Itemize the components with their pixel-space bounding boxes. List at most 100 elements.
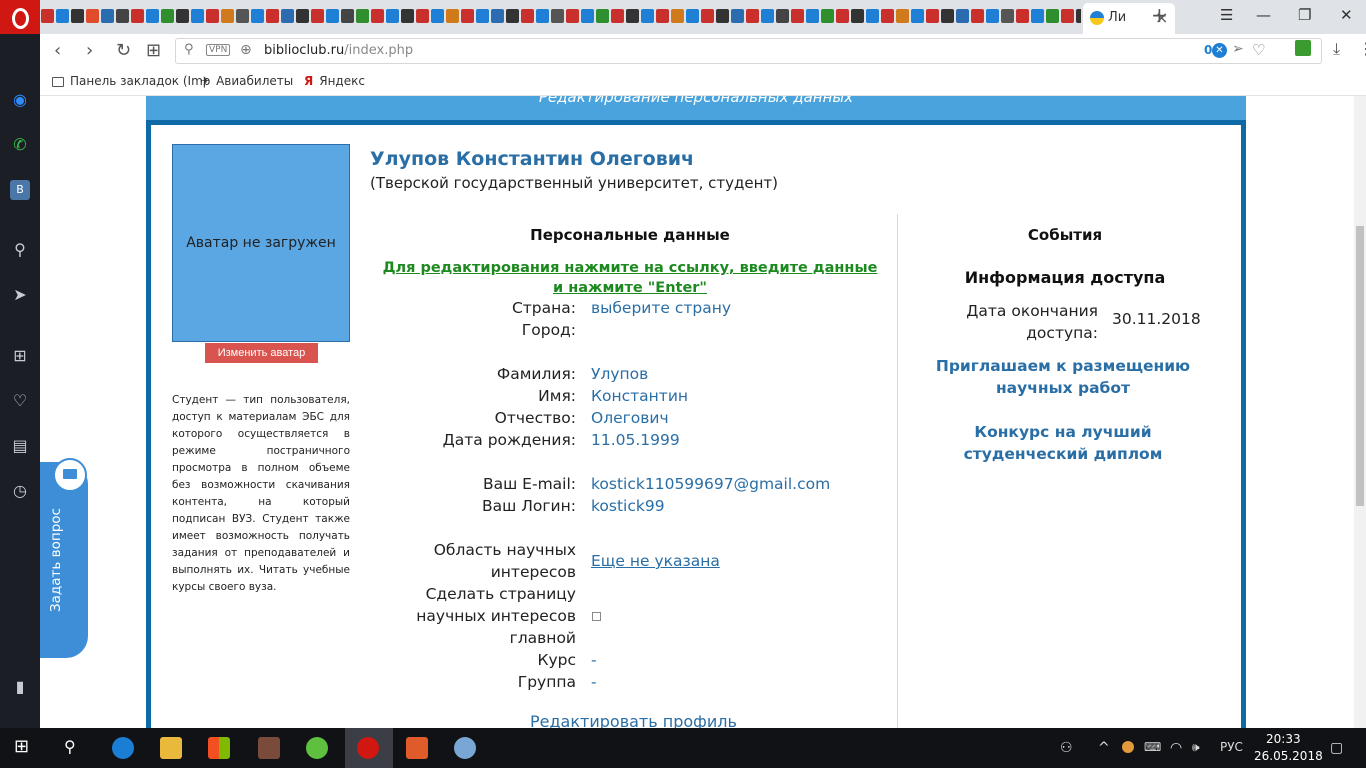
pinned-tab-favicon-icon[interactable] bbox=[581, 9, 594, 23]
pinned-tab-favicon-icon[interactable] bbox=[476, 9, 489, 23]
pinned-tab-favicon-icon[interactable] bbox=[686, 9, 699, 23]
url-field[interactable]: ⚲ VPN ⊕ biblioclub.ru/index.php 0 ✕ ➢ ♡ bbox=[175, 38, 1322, 64]
pinned-tab-favicon-icon[interactable] bbox=[206, 9, 219, 23]
vk-icon[interactable]: В bbox=[10, 180, 30, 200]
pinned-tab-favicon-icon[interactable] bbox=[401, 9, 414, 23]
bookmark-folder[interactable]: Панель закладок (Imp bbox=[52, 74, 210, 88]
sidebar-toggle-icon[interactable]: ▮ bbox=[10, 677, 30, 697]
pinned-tab-favicon-icon[interactable] bbox=[446, 9, 459, 23]
pinned-tab-favicon-icon[interactable] bbox=[776, 9, 789, 23]
pinned-tab-favicon-icon[interactable] bbox=[311, 9, 324, 23]
pinned-tab-favicon-icon[interactable] bbox=[461, 9, 474, 23]
close-window-button[interactable]: ✕ bbox=[1340, 6, 1353, 24]
country-value[interactable]: выберите страну bbox=[591, 297, 731, 319]
notifications-icon[interactable]: ▢ bbox=[1330, 740, 1343, 756]
patronymic-value[interactable]: Олегович bbox=[591, 407, 669, 429]
pinned-tab-favicon-icon[interactable] bbox=[1031, 9, 1044, 23]
pinned-tab-favicon-icon[interactable] bbox=[131, 9, 144, 23]
pinned-tab-favicon-icon[interactable] bbox=[386, 9, 399, 23]
group-value[interactable]: - bbox=[591, 671, 597, 693]
pinned-tab-favicon-icon[interactable] bbox=[116, 9, 129, 23]
paint-icon[interactable] bbox=[454, 737, 476, 759]
pinned-tab-favicon-icon[interactable] bbox=[626, 9, 639, 23]
pinned-tab-favicon-icon[interactable] bbox=[746, 9, 759, 23]
reload-button[interactable]: ↻ bbox=[116, 40, 131, 61]
surname-value[interactable]: Улупов bbox=[591, 363, 648, 385]
contest-link[interactable]: Конкурс на лучший студенческий диплом bbox=[910, 421, 1216, 465]
pinned-tab-favicon-icon[interactable] bbox=[416, 9, 429, 23]
forward-button[interactable]: › bbox=[86, 40, 93, 61]
pinned-tab-favicon-icon[interactable] bbox=[731, 9, 744, 23]
birthdate-value[interactable]: 11.05.1999 bbox=[591, 429, 680, 451]
pinned-tab-favicon-icon[interactable] bbox=[926, 9, 939, 23]
search-icon[interactable]: ⚲ bbox=[10, 240, 30, 260]
pinned-tab-favicon-icon[interactable] bbox=[221, 9, 234, 23]
tray-app-icon[interactable] bbox=[1122, 741, 1134, 753]
opera-taskbar-icon[interactable] bbox=[357, 737, 379, 759]
pinned-tab-favicon-icon[interactable] bbox=[596, 9, 609, 23]
pinned-tab-favicon-icon[interactable] bbox=[506, 9, 519, 23]
pinned-tab-favicon-icon[interactable] bbox=[146, 9, 159, 23]
pinned-tab-favicon-icon[interactable] bbox=[101, 9, 114, 23]
pinned-tab-favicon-icon[interactable] bbox=[176, 9, 189, 23]
taskbar-search-icon[interactable]: ⚲ bbox=[64, 737, 76, 756]
explorer-icon[interactable] bbox=[160, 737, 182, 759]
edit-profile-link[interactable]: Редактировать профиль bbox=[530, 712, 737, 728]
opera-menu-button[interactable] bbox=[0, 0, 40, 34]
pinned-tab-favicon-icon[interactable] bbox=[896, 9, 909, 23]
whatsapp-icon[interactable]: ✆ bbox=[10, 135, 30, 155]
edge-icon[interactable] bbox=[112, 737, 134, 759]
game-icon[interactable] bbox=[258, 737, 280, 759]
page-scrollbar[interactable] bbox=[1354, 96, 1366, 728]
pinned-tab-favicon-icon[interactable] bbox=[56, 9, 69, 23]
pinned-tab-favicon-icon[interactable] bbox=[851, 9, 864, 23]
pinned-tab-favicon-icon[interactable] bbox=[1001, 9, 1014, 23]
bookmark-yandex[interactable]: Я Яндекс bbox=[304, 74, 365, 88]
pinned-tab-favicon-icon[interactable] bbox=[251, 9, 264, 23]
heart-icon[interactable]: ♡ bbox=[10, 391, 30, 411]
pinned-tab-favicon-icon[interactable] bbox=[536, 9, 549, 23]
ccleaner-icon[interactable] bbox=[406, 737, 428, 759]
pinned-tab-favicon-icon[interactable] bbox=[656, 9, 669, 23]
send-icon[interactable]: ➤ bbox=[10, 285, 30, 305]
make-main-checkbox[interactable] bbox=[592, 612, 601, 621]
pinned-tab-favicon-icon[interactable] bbox=[566, 9, 579, 23]
pinned-tab-favicon-icon[interactable] bbox=[371, 9, 384, 23]
mail-icon[interactable] bbox=[53, 458, 87, 492]
tray-chevron-icon[interactable]: ^ bbox=[1098, 740, 1110, 756]
pinned-tab-favicon-icon[interactable] bbox=[161, 9, 174, 23]
speed-dial-icon[interactable]: ⊞ bbox=[146, 40, 161, 61]
send-icon[interactable]: ➢ bbox=[1232, 41, 1244, 57]
back-button[interactable]: ‹ bbox=[54, 40, 61, 61]
pinned-tab-favicon-icon[interactable] bbox=[701, 9, 714, 23]
keyboard-icon[interactable]: ⌨ bbox=[1144, 740, 1161, 754]
pinned-tab-favicon-icon[interactable] bbox=[326, 9, 339, 23]
pinned-tab-favicon-icon[interactable] bbox=[761, 9, 774, 23]
pinned-tab-favicon-icon[interactable] bbox=[986, 9, 999, 23]
pinned-tab-favicon-icon[interactable] bbox=[641, 9, 654, 23]
clock-time[interactable]: 20:33 bbox=[1266, 732, 1301, 746]
store-icon[interactable] bbox=[208, 737, 230, 759]
new-tab-button[interactable]: + bbox=[1151, 3, 1168, 27]
name-value[interactable]: Константин bbox=[591, 385, 688, 407]
pinned-tab-favicon-icon[interactable] bbox=[821, 9, 834, 23]
pinned-tab-favicon-icon[interactable] bbox=[671, 9, 684, 23]
pinned-tab-favicon-icon[interactable] bbox=[236, 9, 249, 23]
pinned-tab-favicon-icon[interactable] bbox=[1046, 9, 1059, 23]
pinned-tab-favicon-icon[interactable] bbox=[341, 9, 354, 23]
vpn-badge[interactable]: VPN bbox=[206, 44, 231, 56]
people-icon[interactable]: ⚇ bbox=[1060, 740, 1073, 756]
utorrent-icon[interactable] bbox=[306, 737, 328, 759]
pinned-tab-favicon-icon[interactable] bbox=[956, 9, 969, 23]
pinned-tab-favicon-icon[interactable] bbox=[911, 9, 924, 23]
tab-menu-icon[interactable]: ☰ bbox=[1220, 6, 1233, 24]
pinned-tab-favicon-icon[interactable] bbox=[491, 9, 504, 23]
pinned-tab-favicon-icon[interactable] bbox=[806, 9, 819, 23]
news-icon[interactable]: ▤ bbox=[10, 436, 30, 456]
messenger-icon[interactable]: ◉ bbox=[10, 90, 30, 110]
change-avatar-button[interactable]: Изменить аватар bbox=[205, 343, 318, 363]
pinned-tab-favicon-icon[interactable] bbox=[866, 9, 879, 23]
extension-icon[interactable] bbox=[1295, 40, 1311, 56]
wifi-icon[interactable]: ◠ bbox=[1170, 740, 1182, 756]
edit-hint-link[interactable]: Для редактирования нажмите на ссылку, вв… bbox=[380, 258, 880, 298]
